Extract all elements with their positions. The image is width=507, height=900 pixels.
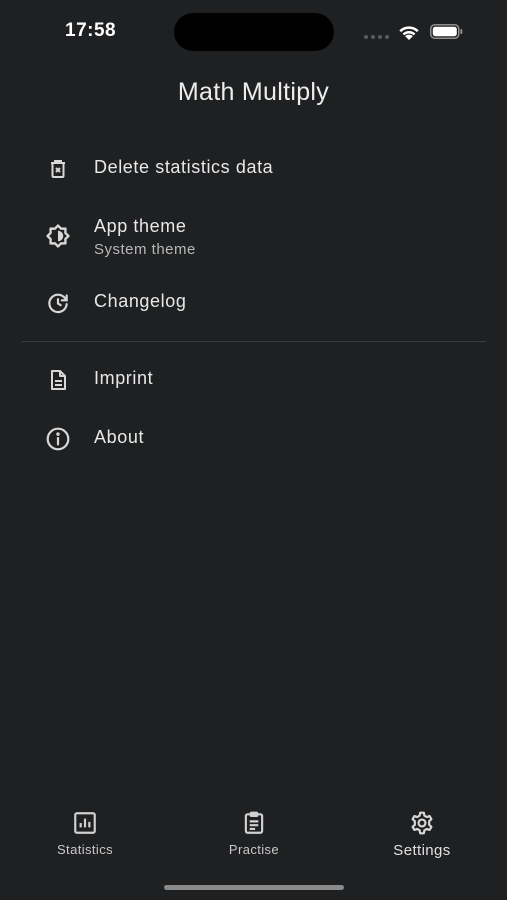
app-title: Math Multiply (177, 78, 330, 106)
nav-tab-label: Statistics (56, 842, 113, 857)
nav-tab-statistics[interactable]: Statistics (15, 800, 155, 857)
theme-icon (44, 222, 72, 250)
menu-item-label: App theme (94, 216, 187, 236)
status-bar: 17:58 (0, 0, 507, 64)
menu-item-changelog[interactable]: Changelog (0, 288, 507, 318)
menu-item-label: Imprint (94, 368, 154, 388)
clipboard-icon (244, 811, 264, 834)
bar-chart-icon (74, 812, 96, 834)
nav-tab-practise[interactable]: Practise (184, 800, 324, 857)
status-time: 17:58 (65, 20, 117, 41)
menu-item-delete-statistics[interactable]: Delete statistics data (0, 154, 507, 184)
home-indicator (164, 885, 344, 890)
wifi-icon (399, 26, 419, 40)
menu-item-sublabel: System theme (94, 241, 196, 258)
menu-item-imprint[interactable]: Imprint (0, 365, 507, 395)
menu-item-label: Changelog (94, 291, 187, 311)
cellular-signal-icon (364, 35, 389, 39)
menu-item-label: Delete statistics data (94, 157, 274, 177)
menu-item-label: About (94, 427, 145, 447)
trash-icon (44, 155, 72, 183)
nav-tab-label: Practise (228, 842, 280, 857)
battery-icon (430, 24, 463, 39)
menu-item-app-theme[interactable]: App theme System theme (0, 214, 507, 264)
history-icon (44, 289, 72, 317)
menu-divider (22, 341, 486, 342)
menu-item-about[interactable]: About (0, 424, 507, 454)
dynamic-island (174, 13, 334, 51)
info-icon (44, 425, 72, 453)
nav-tab-label: Settings (393, 842, 451, 859)
bottom-navigation: Statistics Practise Settings (0, 800, 507, 870)
nav-tab-settings[interactable]: Settings (352, 800, 492, 859)
gear-icon (411, 811, 433, 835)
document-icon (44, 366, 72, 394)
